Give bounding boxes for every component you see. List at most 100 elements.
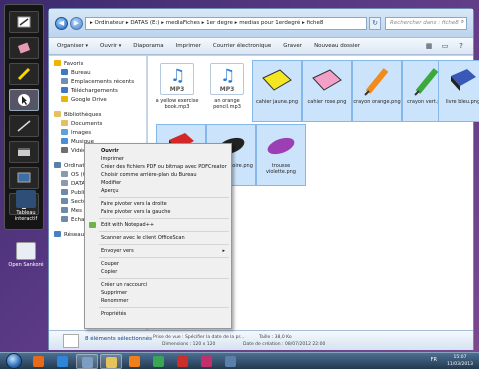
command-courrier-lectronique[interactable]: Courrier électronique — [213, 43, 271, 49]
menu-item-envoyer-vers[interactable]: Envoyer vers ▸ — [85, 247, 231, 255]
text-tool[interactable] — [9, 141, 39, 163]
command-graver[interactable]: Graver — [283, 43, 302, 49]
chevron-right-icon: ▸ — [222, 248, 225, 254]
nav-item[interactable]: Images — [49, 129, 146, 138]
menu-item-apercu[interactable]: Aperçu — [85, 187, 231, 195]
command-imprimer[interactable]: Imprimer — [176, 43, 201, 49]
menu-item-scanner-avec-le-client-officescan[interactable]: Scanner avec le client OfficeScan — [85, 234, 231, 242]
file-item[interactable]: cahier rose.png — [302, 60, 352, 122]
command-ouvrir[interactable]: Ouvrir ▾ — [100, 43, 121, 49]
back-button[interactable]: ◀ — [55, 17, 68, 30]
help-icon[interactable]: ? — [455, 40, 467, 52]
menu-separator — [99, 197, 229, 198]
menu-item-creer-des-fichiers-pdf-ou-bitmap-avec-pdfcreator[interactable]: Créer des fichiers PDF ou bitmap avec PD… — [85, 163, 231, 171]
taskbar-app-explorer[interactable] — [100, 354, 122, 369]
menu-item-copier[interactable]: Copier — [85, 268, 231, 276]
nav-item[interactable]: Bibliothèques — [49, 111, 146, 120]
menu-item-imprimer[interactable]: Imprimer — [85, 155, 231, 163]
view-controls: ▦ ▭ ? — [419, 40, 467, 52]
file-item[interactable]: livre bleu.png — [438, 60, 479, 122]
file-item[interactable]: ♫ MP3 an orange pencil.mp3 — [202, 60, 252, 122]
command-organiser[interactable]: Organiser ▾ — [57, 43, 88, 49]
menu-item-supprimer[interactable]: Supprimer — [85, 289, 231, 297]
line-icon — [17, 120, 31, 132]
file-name: livre bleu.png — [445, 99, 479, 105]
menu-item-faire-pivoter-vers-la-gauche[interactable]: Faire pivoter vers la gauche — [85, 208, 231, 216]
pen-tool[interactable] — [9, 11, 39, 33]
search-input[interactable]: Rechercher dans : fiche8 ⌕ — [385, 17, 467, 30]
eraser-tool[interactable] — [9, 37, 39, 59]
nav-item[interactable]: Bureau — [49, 69, 146, 78]
menu-item-renommer[interactable]: Renommer — [85, 297, 231, 305]
taskbar-app-firefox[interactable] — [28, 354, 50, 369]
desktop-icon-tableau[interactable]: Tableau interactif — [8, 190, 44, 222]
sankore-app-icon — [16, 242, 36, 260]
desktop-icon-open-sankore[interactable]: Open Sankoré — [8, 242, 44, 268]
menu-item-creer-un-raccourci[interactable]: Créer un raccourci — [85, 281, 231, 289]
address-bar-area: ◀ ▶ ▸ Ordinateur ▸ DATAS (E:) ▸ mediaFic… — [49, 9, 473, 37]
command-nouveau-dossier[interactable]: Nouveau dossier — [314, 43, 360, 49]
file-item[interactable]: ♫ MP3 a yellow exercise book.mp3 — [152, 60, 202, 122]
menu-item-faire-pivoter-vers-la-droite[interactable]: Faire pivoter vers la droite — [85, 200, 231, 208]
file-name: crayon orange.png — [353, 99, 401, 105]
chevron-down-icon: ▾ — [117, 43, 122, 49]
taskbar-app-indesign[interactable] — [196, 354, 218, 369]
menu-item-choisir-comme-arriere-plan-du-bureau[interactable]: Choisir comme arrière-plan du Bureau — [85, 171, 231, 179]
videos-icon — [61, 147, 68, 153]
file-item[interactable]: crayon orange.png — [352, 60, 402, 122]
menu-item-edit-with-notepad[interactable]: Edit with Notepad++ — [85, 221, 231, 229]
forward-button[interactable]: ▶ — [70, 17, 83, 30]
selection-count: 8 éléments sélectionnés — [85, 336, 152, 342]
marker-tool[interactable] — [9, 63, 39, 85]
library-icon — [54, 111, 61, 117]
file-name: an orange pencil.mp3 — [213, 98, 241, 110]
taskbar-app-filezilla[interactable] — [172, 354, 194, 369]
book-image-icon — [310, 64, 344, 96]
nav-item[interactable]: Emplacements récents — [49, 78, 146, 87]
nav-item[interactable]: Google Drive — [49, 96, 146, 105]
pen-icon — [17, 16, 31, 28]
chrome-icon — [153, 356, 164, 367]
nav-item[interactable]: Favoris — [49, 60, 146, 69]
explorer-icon — [106, 357, 117, 368]
file-item[interactable]: cahier jaune.png — [252, 60, 302, 122]
nav-item[interactable]: Documents — [49, 120, 146, 129]
taskbar-app-display[interactable] — [220, 354, 242, 369]
mp3-file-icon: ♫ MP3 — [160, 63, 194, 95]
taskbar-app-internet-explorer[interactable] — [52, 354, 74, 369]
star-icon — [54, 60, 61, 66]
preview-pane-icon[interactable]: ▭ — [439, 40, 451, 52]
taskbar: FR 15:07 11/03/2013 — [0, 352, 479, 369]
taskbar-app-chrome[interactable] — [148, 354, 170, 369]
command-diaporama[interactable]: Diaporama — [133, 43, 163, 49]
line-tool[interactable] — [9, 115, 39, 137]
clock[interactable]: 15:07 11/03/2013 — [447, 354, 473, 369]
menu-item-proprietes[interactable]: Propriétés — [85, 310, 231, 318]
eraser-icon — [17, 42, 31, 54]
network-drive-icon — [61, 207, 68, 213]
menu-item-ouvrir[interactable]: Ouvrir — [85, 147, 231, 155]
taskbar-app-sankore[interactable] — [76, 354, 98, 369]
menu-separator — [99, 244, 229, 245]
language-indicator[interactable]: FR — [431, 357, 437, 363]
refresh-button[interactable]: ↻ — [369, 17, 381, 30]
file-item[interactable]: trousse violette.png — [256, 124, 306, 186]
nav-item[interactable]: Téléchargements — [49, 87, 146, 96]
start-button[interactable] — [6, 353, 22, 369]
mp3-file-icon: ♫ MP3 — [210, 63, 244, 95]
address-path[interactable]: ▸ Ordinateur ▸ DATAS (E:) ▸ mediaFiches … — [85, 17, 367, 30]
change-view-icon[interactable]: ▦ — [423, 40, 435, 52]
filezilla-icon — [177, 356, 188, 367]
menu-item-couper[interactable]: Couper — [85, 260, 231, 268]
download-icon — [61, 87, 68, 93]
arrow-right-icon: ▶ — [73, 19, 80, 27]
firefox-icon — [33, 356, 44, 367]
screen-tool[interactable] — [9, 167, 39, 189]
taskbar-app-media-player[interactable] — [124, 354, 146, 369]
menu-separator — [99, 218, 229, 219]
menu-item-modifier[interactable]: Modifier — [85, 179, 231, 187]
creation-date: Date de création : 08/07/2012 22:00 — [243, 342, 326, 347]
display-icon — [225, 356, 236, 367]
indesign-icon — [201, 356, 212, 367]
pointer-tool[interactable] — [9, 89, 39, 111]
